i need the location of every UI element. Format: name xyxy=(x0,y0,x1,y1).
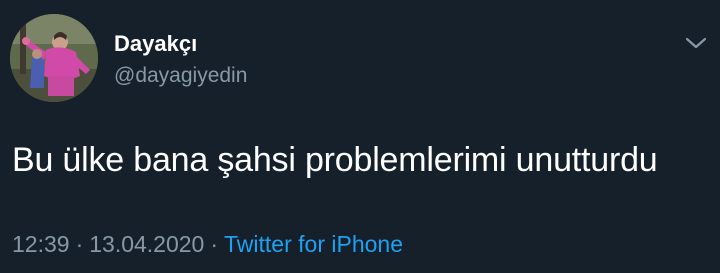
display-name[interactable]: Dayakçı xyxy=(114,31,197,57)
tweet-source-link[interactable]: Twitter for iPhone xyxy=(224,231,403,257)
separator: · xyxy=(210,231,219,257)
tweet-metadata: 12:39 · 13.04.2020 · Twitter for iPhone xyxy=(12,230,403,258)
user-handle[interactable]: @dayagiyedin xyxy=(114,63,247,89)
tweet-card: Dayakçı @dayagiyedin Bu ülke bana şahsi … xyxy=(0,0,720,273)
tweet-text: Bu ülke bana şahsi problemlerimi unuttur… xyxy=(12,141,658,179)
tweet-time[interactable]: 12:39 xyxy=(12,231,70,257)
chevron-down-icon[interactable] xyxy=(684,34,708,52)
tweet-date[interactable]: 13.04.2020 xyxy=(89,231,204,257)
separator: · xyxy=(75,231,84,257)
avatar[interactable] xyxy=(10,14,98,102)
avatar-image xyxy=(10,14,98,102)
